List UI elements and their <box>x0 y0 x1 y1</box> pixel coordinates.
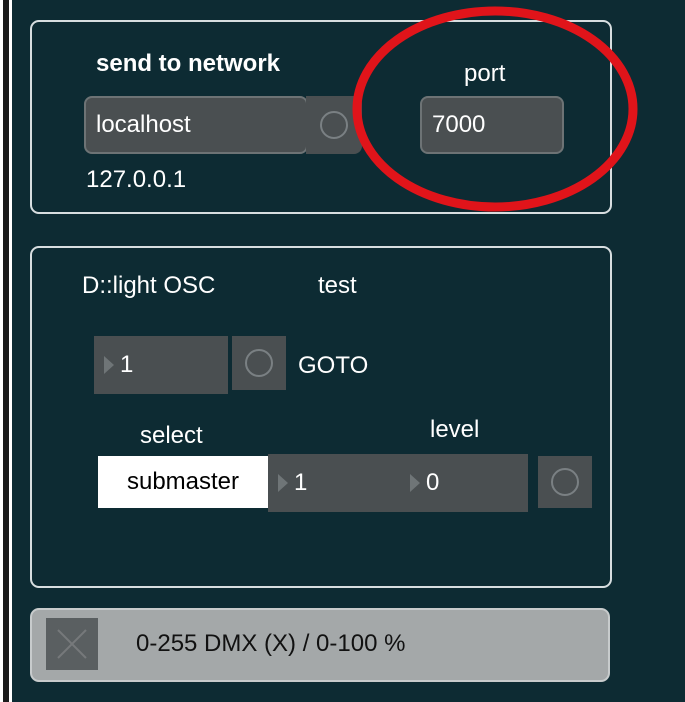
goto-number-box[interactable]: 1 <box>94 336 228 394</box>
level-send-button[interactable] <box>538 456 592 508</box>
triangle-icon <box>410 474 420 492</box>
x-icon <box>57 629 87 659</box>
test-label: test <box>318 272 357 299</box>
host-value: localhost <box>96 111 191 138</box>
circle-icon <box>551 468 579 496</box>
triangle-icon <box>104 356 114 374</box>
select-menu[interactable]: submaster <box>98 456 268 508</box>
host-send-button[interactable] <box>306 96 362 154</box>
window-edge <box>0 0 12 702</box>
level-number-box[interactable]: 0 <box>400 454 528 512</box>
goto-number-value: 1 <box>120 351 134 378</box>
port-value: 7000 <box>432 111 486 138</box>
goto-label: GOTO <box>298 352 369 379</box>
network-title: send to network <box>96 50 281 77</box>
select-number-value: 1 <box>294 469 308 496</box>
dmx-toggle[interactable] <box>46 618 98 670</box>
level-value: 0 <box>426 469 440 496</box>
circle-icon <box>320 111 348 139</box>
select-label: select <box>140 422 203 449</box>
triangle-icon <box>278 474 288 492</box>
port-field[interactable]: 7000 <box>420 96 564 154</box>
goto-button[interactable] <box>232 336 286 390</box>
ip-value: 127.0.0.1 <box>86 166 187 193</box>
level-label: level <box>430 416 480 443</box>
port-label: port <box>464 60 506 87</box>
dmx-scale-bar: 0-255 DMX (X) / 0-100 % <box>30 608 610 682</box>
window-edge-strip <box>3 0 9 702</box>
dmx-scale-label: 0-255 DMX (X) / 0-100 % <box>136 630 406 657</box>
select-number-box[interactable]: 1 <box>268 454 400 512</box>
circle-icon <box>245 349 273 377</box>
osc-title: D::light OSC <box>82 272 216 299</box>
host-field[interactable]: localhost <box>84 96 308 154</box>
